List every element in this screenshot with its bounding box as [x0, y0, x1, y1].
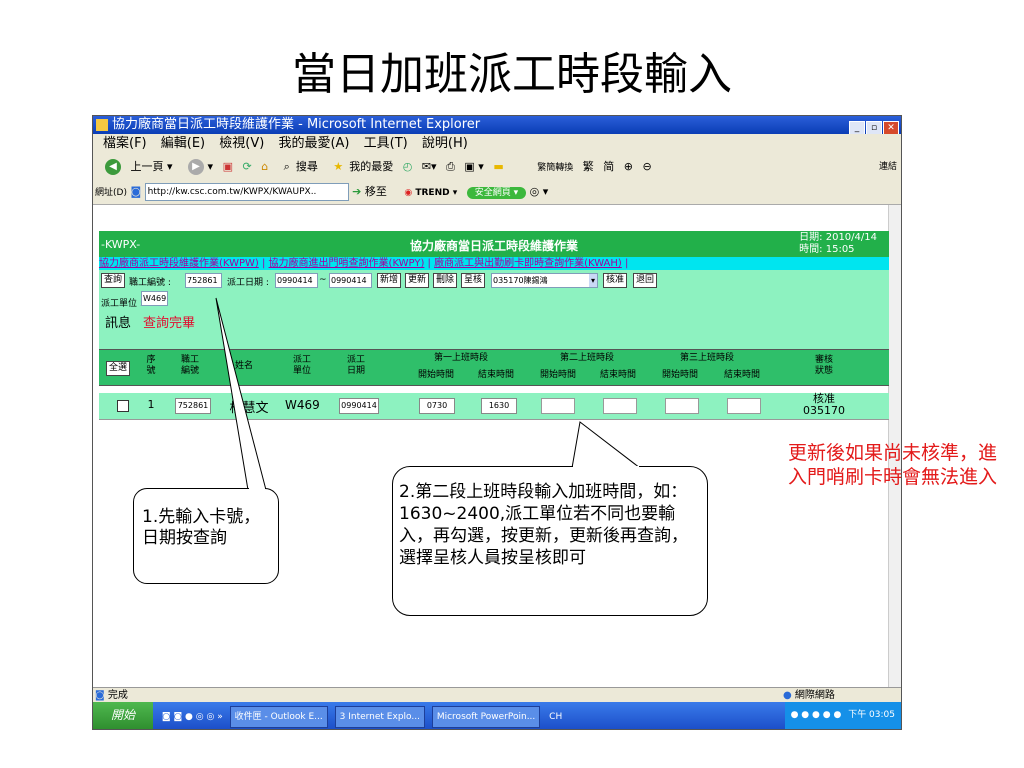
- callout-pointer-caps: [249, 466, 639, 490]
- warning-note: 更新後如果尚未核準，進入門哨刷卡時會無法進入: [788, 442, 998, 488]
